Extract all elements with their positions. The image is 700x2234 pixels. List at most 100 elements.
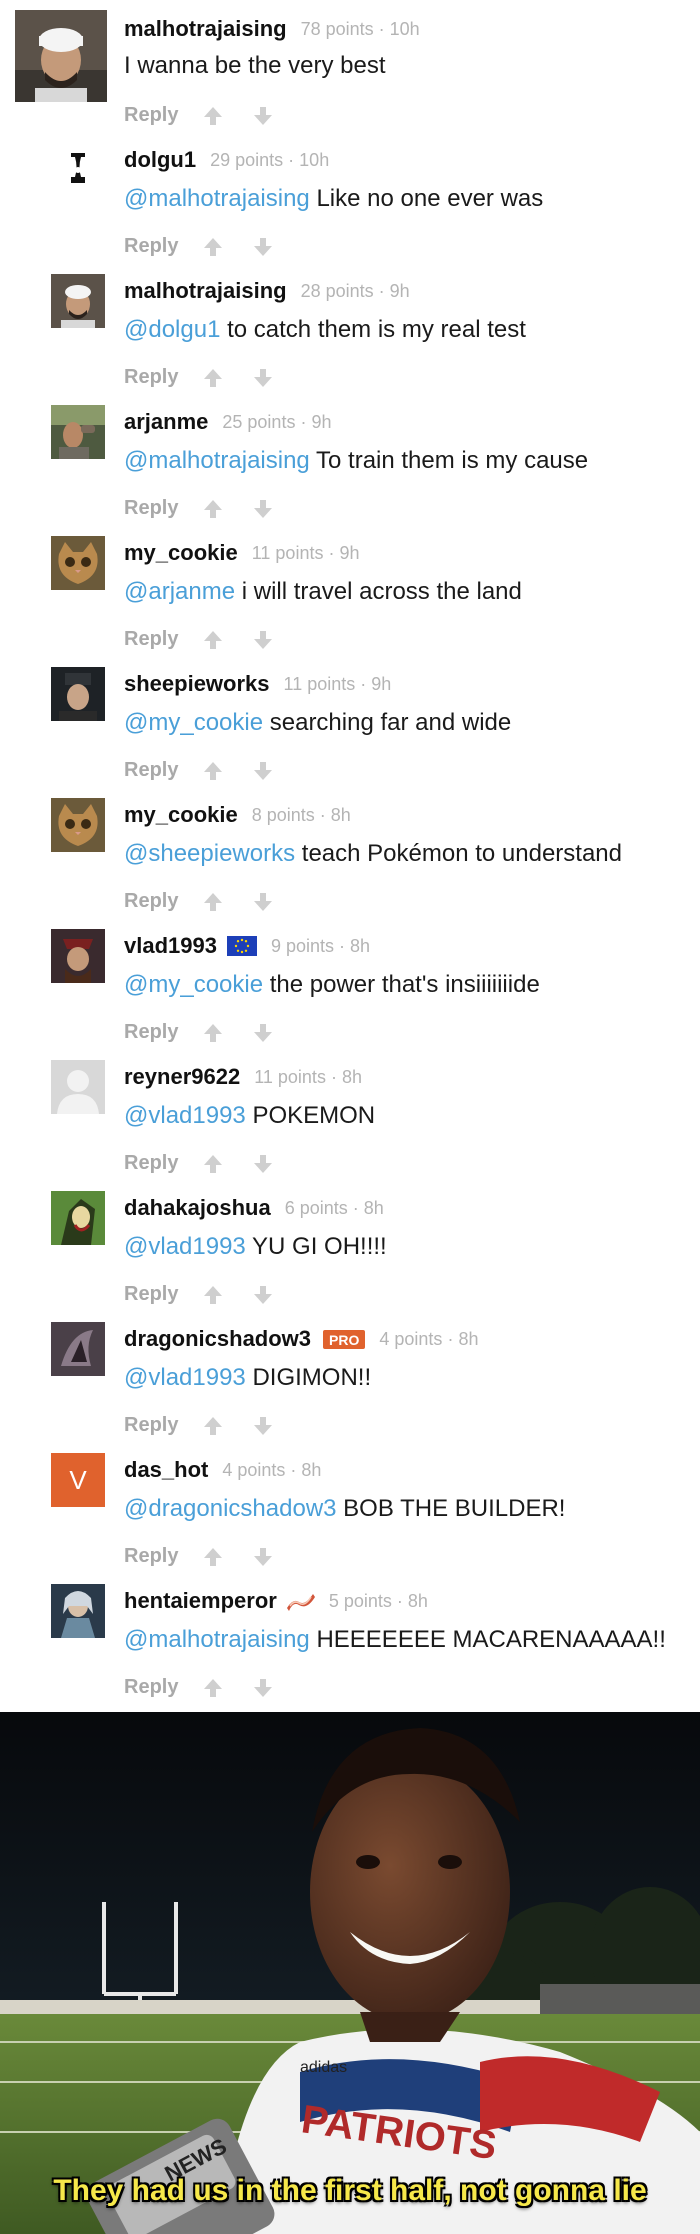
mention-link[interactable]: @malhotrajaising	[124, 185, 310, 212]
arrow-up-icon[interactable]	[202, 1415, 224, 1437]
timestamp[interactable]: 9h	[339, 543, 359, 563]
arrow-down-icon[interactable]	[252, 891, 274, 913]
username[interactable]: my_cookie	[124, 802, 238, 828]
mention-link[interactable]: @sheepieworks	[124, 840, 295, 867]
timestamp[interactable]: 9h	[311, 412, 331, 432]
mention-link[interactable]: @dragonicshadow3	[124, 1495, 337, 1522]
reply-button[interactable]: Reply	[124, 366, 178, 389]
arrow-up-icon[interactable]	[202, 1022, 224, 1044]
avatar[interactable]	[51, 1584, 105, 1638]
reply-button[interactable]: Reply	[124, 759, 178, 782]
points: 11 points	[251, 542, 324, 563]
reply-button[interactable]: Reply	[124, 497, 178, 520]
username[interactable]: arjanme	[124, 409, 208, 435]
arrow-down-icon[interactable]	[252, 105, 274, 127]
avatar[interactable]	[51, 667, 105, 721]
timestamp[interactable]: 8h	[364, 1198, 384, 1218]
username[interactable]: malhotrajaising	[124, 278, 287, 304]
arrow-down-icon[interactable]	[252, 1546, 274, 1568]
avatar[interactable]	[51, 1191, 105, 1245]
comment-actions: Reply	[124, 759, 274, 782]
reply-button[interactable]: Reply	[124, 1414, 178, 1437]
mention-link[interactable]: @arjanme	[124, 578, 235, 605]
arrow-up-icon[interactable]	[202, 1546, 224, 1568]
arrow-up-icon[interactable]	[202, 367, 224, 389]
arrow-up-icon[interactable]	[202, 1677, 224, 1699]
mention-link[interactable]: @vlad1993	[124, 1364, 246, 1391]
reply-button[interactable]: Reply	[124, 1152, 178, 1175]
comment-body: To train them is my cause	[309, 447, 589, 474]
timestamp[interactable]: 8h	[301, 1460, 321, 1480]
arrow-down-icon[interactable]	[252, 1284, 274, 1306]
mention-link[interactable]: @my_cookie	[124, 971, 263, 998]
arrow-up-icon[interactable]	[202, 1284, 224, 1306]
reply-button[interactable]: Reply	[124, 1545, 178, 1568]
arrow-up-icon[interactable]	[202, 105, 224, 127]
arrow-up-icon[interactable]	[202, 891, 224, 913]
mention-link[interactable]: @my_cookie	[124, 709, 263, 736]
username[interactable]: dragonicshadow3	[124, 1326, 311, 1352]
arrow-down-icon[interactable]	[252, 1677, 274, 1699]
avatar[interactable]	[51, 405, 105, 459]
username[interactable]: my_cookie	[124, 540, 238, 566]
timestamp[interactable]: 9h	[371, 674, 391, 694]
username[interactable]: malhotrajaising	[124, 16, 287, 42]
reply-button[interactable]: Reply	[124, 1021, 178, 1044]
username[interactable]: das_hot	[124, 1457, 208, 1483]
reply-button[interactable]: Reply	[124, 628, 178, 651]
arrow-up-icon[interactable]	[202, 498, 224, 520]
comment: hentaiemperor 5 points · 8h @malhotrajai…	[0, 1582, 700, 1713]
comment-body: the power that's insiiiiiiide	[263, 971, 540, 998]
arrow-up-icon[interactable]	[202, 236, 224, 258]
timestamp[interactable]: 8h	[331, 805, 351, 825]
comment-header: my_cookie 8 points · 8h	[124, 800, 351, 830]
avatar[interactable]	[51, 143, 105, 197]
mention-link[interactable]: @malhotrajaising	[124, 447, 310, 474]
avatar[interactable]	[15, 10, 107, 102]
avatar[interactable]	[51, 1060, 105, 1114]
reply-button[interactable]: Reply	[124, 1283, 178, 1306]
mention-link[interactable]: @vlad1993	[124, 1102, 246, 1129]
timestamp[interactable]: 8h	[408, 1591, 428, 1611]
arrow-down-icon[interactable]	[252, 498, 274, 520]
avatar[interactable]	[51, 274, 105, 328]
meta-separator: ·	[373, 18, 390, 39]
avatar[interactable]	[51, 536, 105, 590]
meta-separator: ·	[285, 1459, 302, 1480]
arrow-down-icon[interactable]	[252, 236, 274, 258]
username[interactable]: dolgu1	[124, 147, 196, 173]
avatar-letter: V	[69, 1464, 87, 1495]
reply-button[interactable]: Reply	[124, 890, 178, 913]
mention-link[interactable]: @malhotrajaising	[124, 1626, 310, 1653]
avatar[interactable]	[51, 929, 105, 983]
username[interactable]: dahakajoshua	[124, 1195, 271, 1221]
username[interactable]: vlad1993	[124, 933, 217, 959]
arrow-down-icon[interactable]	[252, 1415, 274, 1437]
reply-button[interactable]: Reply	[124, 1676, 178, 1699]
timestamp[interactable]: 8h	[342, 1067, 362, 1087]
timestamp[interactable]: 10h	[390, 19, 420, 39]
username[interactable]: sheepieworks	[124, 671, 270, 697]
username[interactable]: hentaiemperor	[124, 1588, 277, 1614]
username[interactable]: reyner9622	[124, 1064, 240, 1090]
timestamp[interactable]: 8h	[350, 936, 370, 956]
arrow-down-icon[interactable]	[252, 1153, 274, 1175]
arrow-down-icon[interactable]	[252, 629, 274, 651]
mention-link[interactable]: @dolgu1	[124, 316, 220, 343]
arrow-down-icon[interactable]	[252, 1022, 274, 1044]
timestamp[interactable]: 9h	[390, 281, 410, 301]
reply-button[interactable]: Reply	[124, 235, 178, 258]
arrow-down-icon[interactable]	[252, 367, 274, 389]
comment-header: my_cookie 11 points · 9h	[124, 538, 359, 568]
mention-link[interactable]: @vlad1993	[124, 1233, 246, 1260]
arrow-up-icon[interactable]	[202, 760, 224, 782]
arrow-down-icon[interactable]	[252, 760, 274, 782]
avatar[interactable]: V	[51, 1453, 105, 1507]
arrow-up-icon[interactable]	[202, 629, 224, 651]
timestamp[interactable]: 10h	[299, 150, 329, 170]
timestamp[interactable]: 8h	[458, 1329, 478, 1349]
reply-button[interactable]: Reply	[124, 104, 178, 127]
avatar[interactable]	[51, 798, 105, 852]
arrow-up-icon[interactable]	[202, 1153, 224, 1175]
avatar[interactable]	[51, 1322, 105, 1376]
